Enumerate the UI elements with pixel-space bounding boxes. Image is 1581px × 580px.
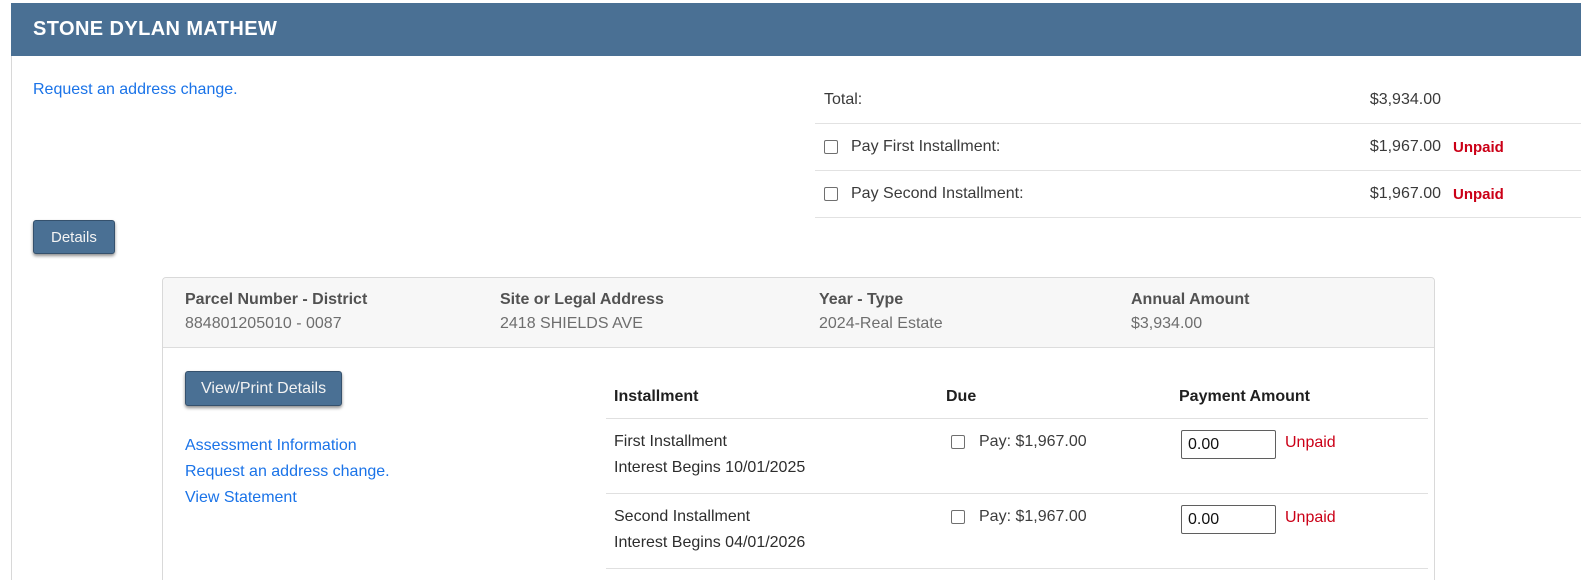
site-address-value: 2418 SHIELDS AVE — [500, 315, 643, 332]
pay-second-installment-label: Pay Second Installment: — [851, 185, 1024, 202]
first-installment-interest: Interest Begins 10/01/2025 — [614, 459, 806, 476]
second-installment-status-badge: Unpaid — [1453, 185, 1504, 203]
year-type-column: Year - Type 2024-Real Estate — [819, 291, 1131, 333]
taxpayer-page: STONE DYLAN MATHEW Request an address ch… — [0, 0, 1581, 580]
payment-amount-column-header: Payment Amount — [1179, 387, 1310, 405]
address-change-link-card[interactable]: Request an address change. — [185, 459, 390, 485]
parcel-number-column: Parcel Number - District 884801205010 - … — [185, 291, 500, 333]
parcel-card-body: View/Print Details Assessment Informatio… — [163, 348, 1434, 580]
panel-left-border — [11, 3, 12, 580]
parcel-details-card: Parcel Number - District 884801205010 - … — [162, 277, 1435, 580]
taxpayer-header-bar: STONE DYLAN MATHEW — [11, 3, 1581, 56]
second-payment-amount-input[interactable] — [1181, 505, 1276, 534]
annual-amount-column: Annual Amount $3,934.00 — [1131, 291, 1434, 333]
row-second-status-badge: Unpaid — [1285, 509, 1336, 526]
pay-second-installment-checkbox[interactable] — [824, 187, 838, 201]
assessment-information-link[interactable]: Assessment Information — [185, 433, 390, 459]
first-installment-amount: $1,967.00 — [1369, 138, 1441, 155]
row-pay-second-checkbox[interactable] — [951, 510, 965, 524]
parcel-number-value: 884801205010 - 0087 — [185, 315, 342, 332]
due-column-header: Due — [946, 387, 977, 405]
first-installment-name: First Installment — [614, 433, 727, 450]
parcel-links: Assessment Information Request an addres… — [185, 433, 390, 511]
row-pay-second-label: Pay: $1,967.00 — [979, 508, 1087, 525]
pay-first-installment-checkbox[interactable] — [824, 140, 838, 154]
annual-amount-value: $3,934.00 — [1131, 315, 1203, 332]
row-pay-first-checkbox[interactable] — [951, 435, 965, 449]
table-row-second-installment: Second Installment Interest Begins 04/01… — [606, 494, 1428, 569]
total-label: Total: — [824, 90, 863, 108]
parcel-summary-header: Parcel Number - District 884801205010 - … — [163, 278, 1434, 348]
first-payment-amount-input[interactable] — [1181, 430, 1276, 459]
summary-first-installment-row: Pay First Installment: $1,967.00 Unpaid — [815, 124, 1581, 171]
installments-table-header: Installment Due Payment Amount — [606, 375, 1428, 419]
year-type-value: 2024-Real Estate — [819, 315, 943, 332]
pay-first-installment-label: Pay First Installment: — [851, 138, 1001, 155]
second-installment-name: Second Installment — [614, 508, 751, 525]
summary-total-row: Total: $3,934.00 — [815, 76, 1581, 124]
site-address-label: Site or Legal Address — [500, 291, 664, 308]
second-installment-amount: $1,967.00 — [1369, 185, 1441, 202]
row-first-status-badge: Unpaid — [1285, 434, 1336, 451]
page-title: STONE DYLAN MATHEW — [33, 18, 278, 40]
address-change-link-top[interactable]: Request an address change. — [33, 81, 238, 99]
parcel-number-label: Parcel Number - District — [185, 291, 368, 308]
view-print-details-button[interactable]: View/Print Details — [185, 371, 343, 406]
site-address-column: Site or Legal Address 2418 SHIELDS AVE — [500, 291, 819, 333]
second-installment-interest: Interest Begins 04/01/2026 — [614, 534, 806, 551]
installment-column-header: Installment — [614, 387, 699, 405]
payment-summary: Total: $3,934.00 Pay First Installment: … — [815, 76, 1581, 218]
table-row-first-installment: First Installment Interest Begins 10/01/… — [606, 419, 1428, 494]
total-amount: $3,934.00 — [1369, 90, 1441, 108]
summary-second-installment-row: Pay Second Installment: $1,967.00 Unpaid — [815, 171, 1581, 218]
first-installment-status-badge: Unpaid — [1453, 138, 1504, 156]
details-button[interactable]: Details — [33, 220, 115, 254]
installments-table: Installment Due Payment Amount First Ins… — [606, 375, 1428, 569]
year-type-label: Year - Type — [819, 291, 904, 308]
annual-amount-label: Annual Amount — [1131, 291, 1250, 308]
view-statement-link[interactable]: View Statement — [185, 485, 390, 511]
row-pay-first-label: Pay: $1,967.00 — [979, 433, 1087, 450]
